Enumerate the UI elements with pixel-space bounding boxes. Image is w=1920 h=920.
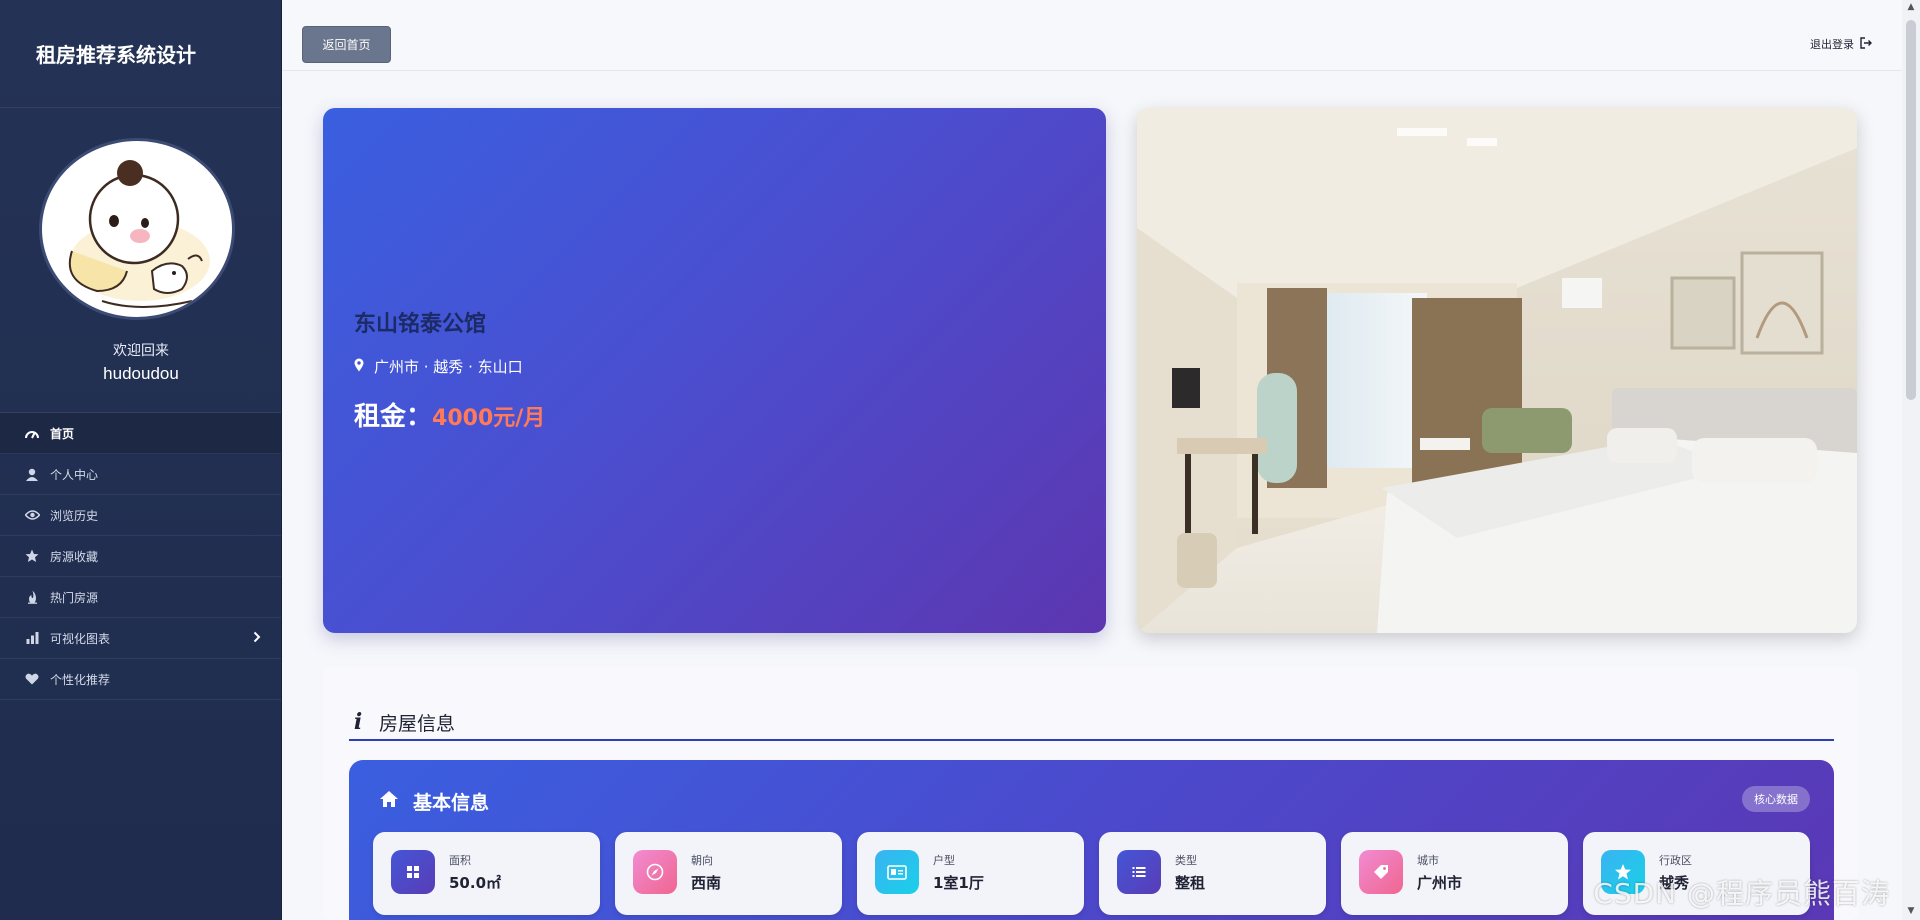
sidebar-item-recommend[interactable]: 个性化推荐	[0, 659, 281, 700]
property-photo[interactable]	[1137, 108, 1857, 633]
stat-card-layout: 户型 1室1厅	[857, 832, 1084, 915]
top-bar: 返回首页 退出登录	[282, 0, 1902, 71]
sidebar-menu: 首页 个人中心 浏览历史 房源收藏 热门房源 可视化图表 个性化推荐	[0, 413, 281, 700]
stat-label: 朝向	[691, 854, 713, 867]
stat-value: 1室1厅	[933, 874, 984, 892]
avatar[interactable]	[39, 138, 235, 320]
house-info-title: 房屋信息	[379, 712, 456, 735]
watermark: CSDN @程序员熊百涛	[1593, 877, 1890, 910]
username: hudoudou	[103, 364, 179, 383]
sidebar-item-label: 热门房源	[50, 590, 99, 605]
basic-info-title: 基本信息	[413, 792, 490, 814]
brand-title: 租房推荐系统设计	[0, 0, 281, 108]
chevron-right-icon	[253, 631, 261, 646]
user-icon	[24, 466, 40, 482]
sidebar-item-profile[interactable]: 个人中心	[0, 454, 281, 495]
stat-value: 整租	[1175, 874, 1206, 892]
basic-info-header: 基本信息	[379, 788, 489, 815]
fire-icon	[24, 589, 40, 605]
page-scrollbar-thumb[interactable]	[1906, 20, 1916, 400]
core-data-badge: 核心数据	[1742, 786, 1810, 812]
logout-label: 退出登录	[1810, 38, 1854, 51]
scroll-down-arrow[interactable]: ▼	[1906, 906, 1916, 916]
dashboard-icon	[24, 425, 40, 441]
stat-value: 西南	[691, 874, 722, 892]
info-icon: i	[353, 709, 363, 735]
sidebar-item-hot[interactable]: 热门房源	[0, 577, 281, 618]
property-title: 东山铭泰公馆	[354, 312, 487, 337]
property-hero-card: 东山铭泰公馆 广州市 · 越秀 · 东山口 租金： 4000元/月	[323, 108, 1106, 633]
location-text: 广州市 · 越秀 · 东山口	[374, 358, 523, 376]
rent-value: 4000元/月	[432, 406, 546, 431]
scroll-up-arrow[interactable]: ▲	[1906, 2, 1916, 12]
stat-value: 50.0㎡	[449, 874, 502, 892]
back-home-button[interactable]: 返回首页	[302, 26, 391, 63]
stat-card-area: 面积 50.0㎡	[373, 832, 600, 915]
stat-label: 城市	[1417, 854, 1439, 867]
stat-card-city: 城市 广州市	[1341, 832, 1568, 915]
stat-label: 行政区	[1659, 854, 1692, 867]
grid-icon	[391, 850, 435, 894]
heart-icon	[24, 671, 40, 687]
sidebar-item-label: 房源收藏	[50, 549, 99, 564]
map-pin-icon	[354, 358, 364, 376]
sidebar-item-label: 个人中心	[50, 467, 99, 482]
sign-out-icon	[1860, 36, 1872, 52]
sidebar-item-label: 可视化图表	[50, 631, 111, 646]
bedroom-image	[1137, 108, 1857, 633]
user-profile: 欢迎回来 hudoudou	[0, 108, 281, 413]
sidebar-item-label: 个性化推荐	[50, 672, 111, 687]
sidebar-item-history[interactable]: 浏览历史	[0, 495, 281, 536]
sidebar-item-favorites[interactable]: 房源收藏	[0, 536, 281, 577]
compass-icon	[633, 850, 677, 894]
star-icon	[24, 548, 40, 564]
eye-icon	[24, 507, 40, 523]
bar-chart-icon	[24, 630, 40, 646]
page-scrollbar-track[interactable]: ▲ ▼	[1902, 0, 1920, 920]
home-icon	[379, 790, 399, 813]
logout-link[interactable]: 退出登录	[1810, 36, 1872, 52]
stat-label: 面积	[449, 854, 471, 867]
stat-card-orientation: 朝向 西南	[615, 832, 842, 915]
welcome-text: 欢迎回来	[113, 343, 169, 359]
rent-info: 租金： 4000元/月	[354, 396, 545, 433]
rent-label: 租金：	[354, 402, 433, 432]
sidebar-item-label: 浏览历史	[50, 508, 99, 523]
house-info-header: i 房屋信息	[349, 705, 1834, 741]
sidebar-item-charts[interactable]: 可视化图表	[0, 618, 281, 659]
sidebar-item-label: 首页	[50, 426, 75, 441]
id-card-icon	[875, 850, 919, 894]
sidebar-item-home[interactable]: 首页	[0, 413, 281, 454]
stat-label: 户型	[933, 854, 955, 867]
stat-value: 广州市	[1417, 874, 1463, 892]
list-icon	[1117, 850, 1161, 894]
sidebar: 租房推荐系统设计 欢迎回来 hudoudou 首页 个人中心 浏览历史 房源收藏…	[0, 0, 282, 920]
stat-card-type: 类型 整租	[1099, 832, 1326, 915]
stat-label: 类型	[1175, 854, 1197, 867]
property-location: 广州市 · 越秀 · 东山口	[354, 356, 523, 377]
tag-icon	[1359, 850, 1403, 894]
